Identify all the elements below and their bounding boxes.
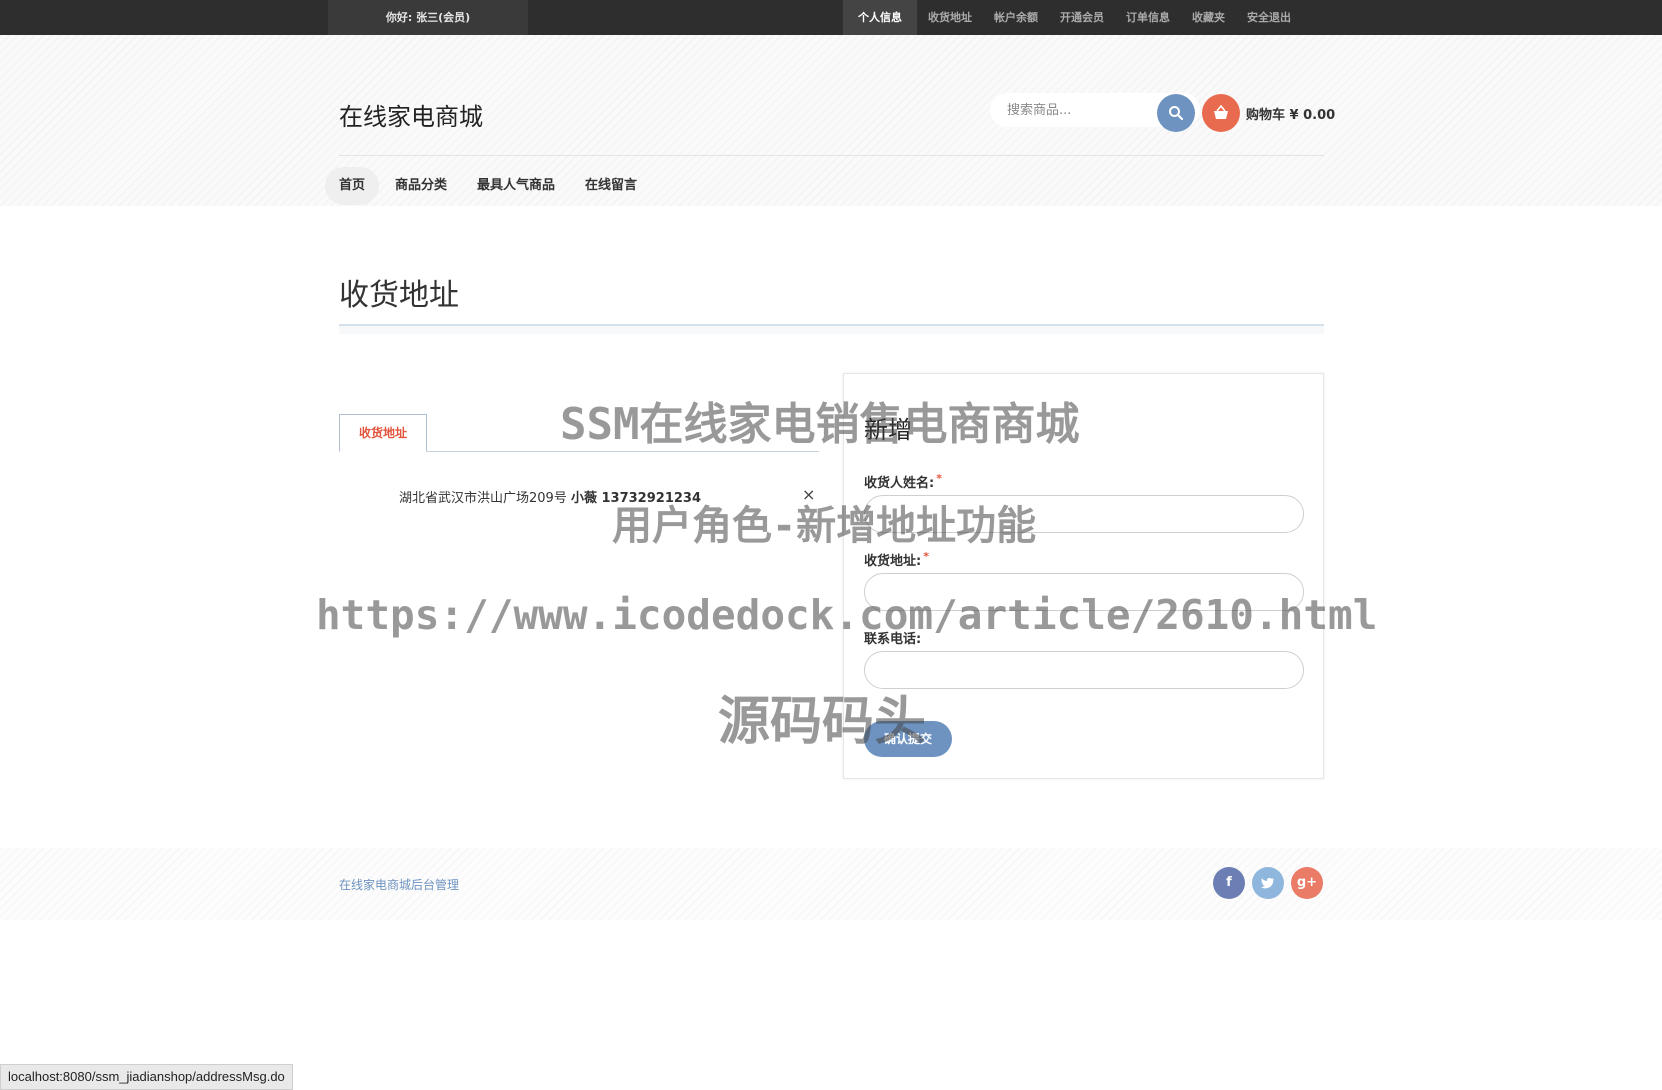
facebook-icon[interactable]: f xyxy=(1213,867,1245,899)
receiver-name-label: 收货人姓名: * xyxy=(864,472,942,491)
search-icon xyxy=(1169,106,1184,121)
cart-total[interactable]: 购物车 ¥ 0.00 xyxy=(1246,104,1335,123)
nav-home[interactable]: 首页 xyxy=(325,167,380,205)
user-menu: 个人信息 收货地址 帐户余额 开通会员 订单信息 收藏夹 安全退出 xyxy=(843,0,1302,35)
submit-button[interactable]: 确认提交 xyxy=(864,721,952,757)
topnav-membership-link[interactable]: 开通会员 xyxy=(1049,0,1115,35)
search-button[interactable] xyxy=(1157,94,1195,132)
cart-button[interactable] xyxy=(1202,94,1240,132)
address-entry: 湖北省武汉市洪山广场209号 小薇 13732921234 xyxy=(399,487,701,506)
new-address-form: 新增 收货人姓名: * 收货地址: * 联系电话: 确认提交 xyxy=(843,373,1324,779)
receiver-name-field[interactable] xyxy=(864,495,1304,533)
phone-field[interactable] xyxy=(864,651,1304,689)
search-input[interactable] xyxy=(990,93,1150,127)
topnav-favorites-link[interactable]: 收藏夹 xyxy=(1181,0,1236,35)
topnav-logout-link[interactable]: 安全退出 xyxy=(1236,0,1302,35)
address-text: 湖北省武汉市洪山广场209号 xyxy=(399,491,567,506)
tab-address[interactable]: 收货地址 xyxy=(339,414,427,452)
top-bar: 你好: 张三(会员) 个人信息 收货地址 帐户余额 开通会员 订单信息 收藏夹 … xyxy=(0,0,1662,35)
user-greeting: 你好: 张三(会员) xyxy=(328,0,528,35)
basket-icon xyxy=(1214,105,1228,119)
required-mark: * xyxy=(936,472,942,485)
topnav-orders-link[interactable]: 订单信息 xyxy=(1115,0,1181,35)
topnav-address-link[interactable]: 收货地址 xyxy=(917,0,983,35)
site-footer: 在线家电商城后台管理 f g+ xyxy=(0,848,1662,920)
topnav-balance-link[interactable]: 帐户余额 xyxy=(983,0,1049,35)
nav-messages[interactable]: 在线留言 xyxy=(571,167,651,205)
phone-label: 联系电话: xyxy=(864,632,922,647)
required-mark: * xyxy=(923,550,929,563)
nav-popular[interactable]: 最具人气商品 xyxy=(463,167,569,205)
twitter-bird-glyph xyxy=(1261,877,1274,889)
address-list-item: 湖北省武汉市洪山广场209号 小薇 13732921234 × xyxy=(399,485,819,507)
receiver-address-label: 收货地址: * xyxy=(864,550,929,569)
page-title: 收货地址 xyxy=(339,278,459,313)
title-divider-shadow xyxy=(339,326,1324,334)
nav-categories[interactable]: 商品分类 xyxy=(381,167,461,205)
topnav-profile-link[interactable]: 个人信息 xyxy=(843,0,917,35)
site-logo[interactable]: 在线家电商城 xyxy=(339,97,483,132)
twitter-icon[interactable] xyxy=(1252,867,1284,899)
admin-link[interactable]: 在线家电商城后台管理 xyxy=(339,876,459,893)
close-icon[interactable]: × xyxy=(802,485,815,505)
header-divider xyxy=(339,155,1324,156)
form-title: 新增 xyxy=(864,416,912,444)
receiver-address-field[interactable] xyxy=(864,573,1304,611)
address-contact: 小薇 13732921234 xyxy=(570,491,701,506)
main-nav: 首页 商品分类 最具人气商品 在线留言 xyxy=(325,167,653,205)
site-header: 在线家电商城 购物车 ¥ 0.00 首页 商品分类 最具人气商品 在线留言 xyxy=(0,35,1662,206)
google-plus-icon[interactable]: g+ xyxy=(1291,867,1323,899)
browser-status-url: localhost:8080/ssm_jiadianshop/addressMs… xyxy=(0,1064,293,1090)
